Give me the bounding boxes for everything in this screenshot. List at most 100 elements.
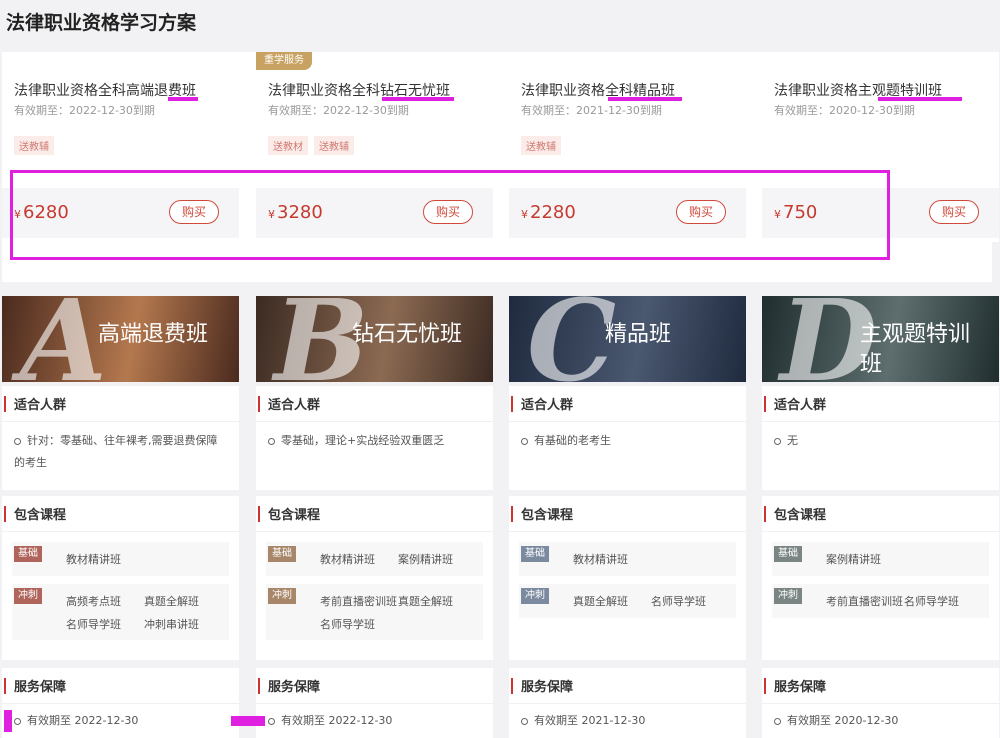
service-text: 有效期至 2021-12-30 bbox=[509, 704, 746, 736]
annotation-underline bbox=[608, 97, 682, 101]
course-level-badge: 基础 bbox=[521, 546, 549, 562]
section-header: 服务保障 bbox=[509, 668, 746, 704]
annotation-underline bbox=[382, 97, 454, 101]
course-list: 案例精讲班 bbox=[826, 546, 989, 571]
course-list: 考前直播密训班 名师导学班 bbox=[826, 588, 989, 613]
section-title: 适合人群 bbox=[14, 398, 67, 413]
plan-expiry: 有效期至：2022-12-30到期 bbox=[14, 104, 155, 117]
plan-tags: 送教辅 bbox=[14, 136, 54, 155]
course-item[interactable]: 名师导学班 bbox=[66, 613, 144, 636]
section-title: 服务保障 bbox=[268, 680, 321, 695]
course-level-badge: 基础 bbox=[268, 546, 296, 562]
course-group: 基础 教材精讲班 案例精讲班 bbox=[266, 542, 483, 576]
course-item[interactable]: 名师导学班 bbox=[651, 590, 729, 613]
service-section: 服务保障 有效期至 2020-12-30 bbox=[762, 668, 999, 738]
course-item[interactable]: 名师导学班 bbox=[320, 613, 398, 636]
section-title: 包含课程 bbox=[268, 508, 321, 523]
course-level-badge: 冲刺 bbox=[14, 588, 42, 604]
course-group: 基础 教材精讲班 bbox=[519, 542, 736, 576]
course-list: 教材精讲班 bbox=[573, 546, 736, 571]
course-list: 教材精讲班 bbox=[66, 546, 229, 571]
course-item[interactable]: 真题全解班 bbox=[573, 590, 651, 613]
course-level-badge: 基础 bbox=[774, 546, 802, 562]
section-header: 服务保障 bbox=[256, 668, 493, 704]
course-item[interactable]: 考前直播密训班 bbox=[826, 590, 904, 613]
tier-column: C 精品班 适合人群 有基础的老考生 包含课程 基础 教材精讲班 冲刺 真题全解… bbox=[509, 296, 746, 738]
gift-tag: 送教材 bbox=[268, 136, 308, 155]
courses-section: 包含课程 基础 教材精讲班 冲刺 高频考点班 真题全解班 名师导学班 冲刺串讲班 bbox=[2, 496, 239, 660]
course-item[interactable]: 冲刺串讲班 bbox=[144, 613, 222, 636]
course-level-badge: 冲刺 bbox=[268, 588, 296, 604]
tier-column: B 钻石无忧班 适合人群 零基础，理论+实战经验双重匮乏 包含课程 基础 教材精… bbox=[256, 296, 493, 738]
course-item[interactable]: 案例精讲班 bbox=[826, 548, 904, 571]
service-text: 有效期至 2022-12-30 bbox=[256, 704, 493, 736]
audience-section: 适合人群 零基础，理论+实战经验双重匮乏 bbox=[256, 386, 493, 490]
bullet-icon bbox=[268, 717, 275, 725]
bullet-icon bbox=[521, 717, 528, 725]
tier-banner: C 精品班 bbox=[509, 296, 746, 382]
section-title: 适合人群 bbox=[268, 398, 321, 413]
course-item[interactable]: 案例精讲班 bbox=[398, 548, 476, 571]
audience-section: 适合人群 有基础的老考生 bbox=[509, 386, 746, 490]
course-item[interactable]: 真题全解班 bbox=[398, 590, 476, 613]
course-group: 基础 教材精讲班 bbox=[12, 542, 229, 576]
course-group: 冲刺 考前直播密训班 名师导学班 bbox=[772, 584, 989, 618]
gift-tag: 送教辅 bbox=[314, 136, 354, 155]
course-item[interactable]: 考前直播密训班 bbox=[320, 590, 398, 613]
course-item[interactable]: 真题全解班 bbox=[144, 590, 222, 613]
annotation-highlight-box bbox=[10, 170, 890, 260]
plan-tags: 送教辅 bbox=[521, 136, 561, 155]
audience-section: 适合人群 针对：零基础、往年裸考,需要退费保障的考生 bbox=[2, 386, 239, 490]
section-header: 服务保障 bbox=[2, 668, 239, 704]
course-item[interactable]: 名师导学班 bbox=[904, 590, 982, 613]
audience-text: 零基础，理论+实战经验双重匮乏 bbox=[256, 422, 493, 460]
section-header: 适合人群 bbox=[256, 386, 493, 422]
course-item[interactable]: 教材精讲班 bbox=[66, 548, 144, 571]
course-item[interactable]: 教材精讲班 bbox=[320, 548, 398, 571]
section-title: 适合人群 bbox=[521, 398, 574, 413]
annotation-marker bbox=[4, 710, 12, 732]
audience-text: 针对：零基础、往年裸考,需要退费保障的考生 bbox=[14, 434, 218, 469]
section-header: 包含课程 bbox=[762, 496, 999, 532]
course-level-badge: 基础 bbox=[14, 546, 42, 562]
service-section: 服务保障 有效期至 2022-12-30 bbox=[2, 668, 239, 738]
annotation-marker bbox=[231, 716, 265, 726]
section-title: 适合人群 bbox=[774, 398, 827, 413]
tier-column: D 主观题特训班 适合人群 无 包含课程 基础 案例精讲班 冲刺 考前直播密训班… bbox=[762, 296, 999, 738]
courses-section: 包含课程 基础 教材精讲班 冲刺 真题全解班 名师导学班 bbox=[509, 496, 746, 660]
section-title: 服务保障 bbox=[14, 680, 67, 695]
course-list: 真题全解班 名师导学班 bbox=[573, 588, 736, 613]
section-header: 适合人群 bbox=[762, 386, 999, 422]
tier-letter: C bbox=[527, 296, 617, 382]
section-title: 服务保障 bbox=[774, 680, 827, 695]
section-header: 适合人群 bbox=[2, 386, 239, 422]
tier-title: 高端退费班 bbox=[98, 322, 209, 347]
buy-button[interactable]: 购买 bbox=[929, 200, 979, 224]
bullet-icon bbox=[268, 437, 275, 445]
course-group: 冲刺 真题全解班 名师导学班 bbox=[519, 584, 736, 618]
plan-expiry: 有效期至：2022-12-30到期 bbox=[268, 104, 409, 117]
course-item[interactable]: 教材精讲班 bbox=[573, 548, 651, 571]
bullet-icon bbox=[774, 437, 781, 445]
courses-section: 包含课程 基础 案例精讲班 冲刺 考前直播密训班 名师导学班 bbox=[762, 496, 999, 660]
course-level-badge: 冲刺 bbox=[521, 588, 549, 604]
audience-section: 适合人群 无 bbox=[762, 386, 999, 490]
course-item[interactable]: 高频考点班 bbox=[66, 590, 144, 613]
service-text: 有效期至 2020-12-30 bbox=[762, 704, 999, 736]
gift-tag: 送教辅 bbox=[14, 136, 54, 155]
service-section: 服务保障 有效期至 2022-12-30 bbox=[256, 668, 493, 738]
course-list: 高频考点班 真题全解班 名师导学班 冲刺串讲班 bbox=[66, 588, 229, 636]
annotation-underline bbox=[878, 97, 962, 101]
service-text: 有效期至 2022-12-30 bbox=[2, 704, 239, 736]
section-title: 包含课程 bbox=[774, 508, 827, 523]
bullet-icon bbox=[521, 437, 528, 445]
tier-column: A 高端退费班 适合人群 针对：零基础、往年裸考,需要退费保障的考生 包含课程 … bbox=[2, 296, 239, 738]
plan-expiry: 有效期至：2020-12-30到期 bbox=[774, 104, 915, 117]
tier-title: 精品班 bbox=[605, 322, 672, 347]
section-title: 包含课程 bbox=[521, 508, 574, 523]
section-header: 包含课程 bbox=[509, 496, 746, 532]
bullet-icon bbox=[774, 717, 781, 725]
audience-text: 有基础的老考生 bbox=[509, 422, 746, 460]
tier-banner: D 主观题特训班 bbox=[762, 296, 999, 382]
section-title: 包含课程 bbox=[14, 508, 67, 523]
